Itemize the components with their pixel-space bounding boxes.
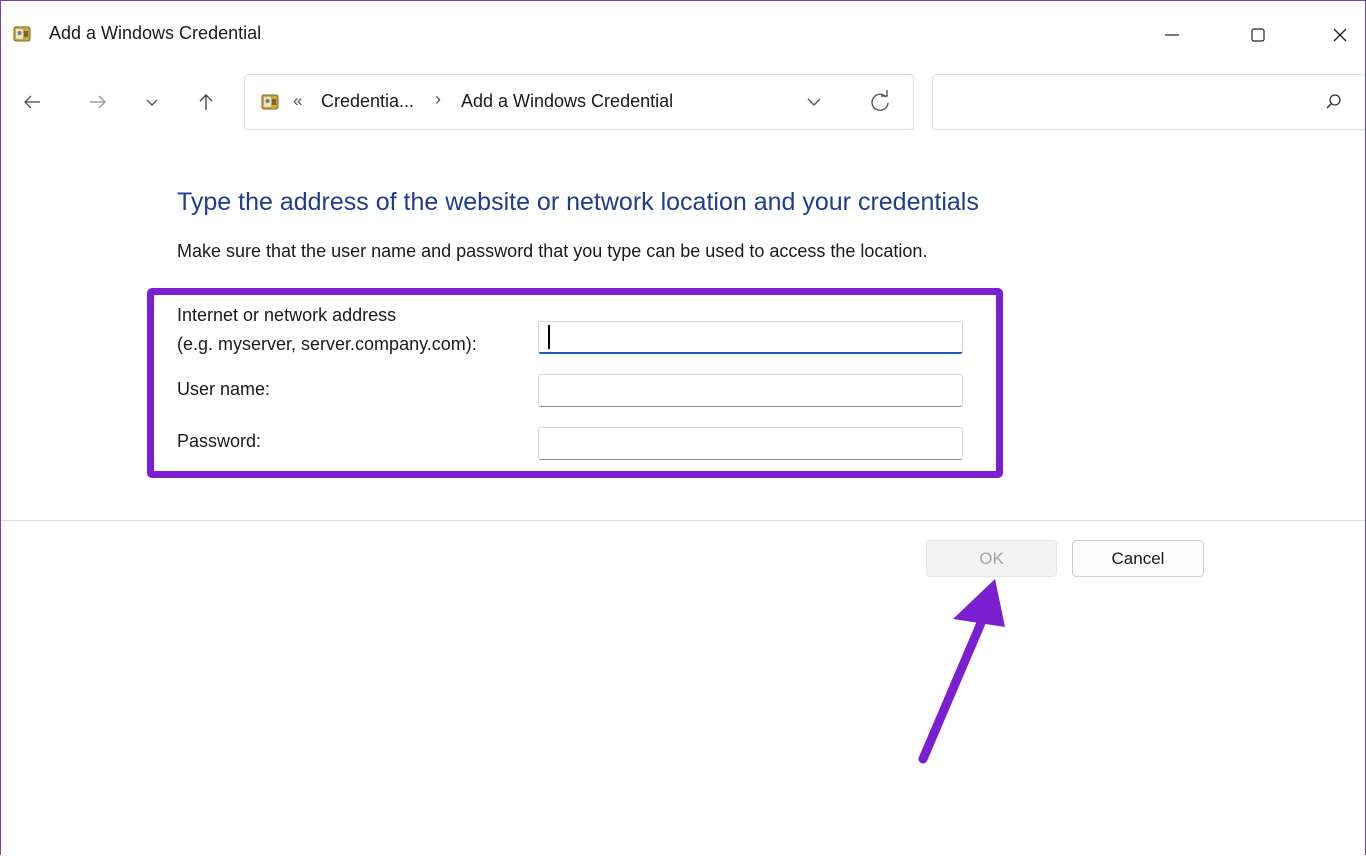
title-bar: Add a Windows Credential [1,1,1365,67]
credential-manager-icon [261,94,279,110]
forward-arrow-icon [90,95,106,109]
close-icon [1333,28,1347,42]
chevron-down-icon [146,99,158,106]
back-arrow-icon [24,95,40,109]
back-button[interactable] [19,89,45,115]
forward-button[interactable] [85,89,111,115]
search-input[interactable] [943,85,1307,121]
maximize-button[interactable] [1235,15,1281,55]
chevron-down-icon[interactable] [803,91,825,113]
up-arrow-icon [199,94,213,110]
maximize-icon [1251,28,1265,42]
annotation-arrow-icon [918,579,1005,764]
breadcrumb-separator[interactable]: › [435,89,441,110]
up-button[interactable] [193,89,219,115]
minimize-icon [1165,34,1179,36]
recent-locations-button[interactable] [139,89,165,115]
page-heading: Type the address of the website or netwo… [177,188,979,216]
search-box[interactable] [932,74,1365,130]
footer-divider [1,520,1365,521]
credential-manager-icon [13,26,31,42]
cancel-button[interactable]: Cancel [1072,540,1204,577]
credential-window: Add a Windows Credential « Credentia... … [0,0,1366,855]
search-icon [1326,94,1341,109]
page-instructions: Make sure that the user name and passwor… [177,241,928,261]
breadcrumb-add-credential[interactable]: Add a Windows Credential [461,91,673,112]
breadcrumb-credential-manager[interactable]: Credentia... [321,91,414,112]
minimize-button[interactable] [1149,15,1195,55]
window-title: Add a Windows Credential [49,23,262,43]
breadcrumb-overflow[interactable]: « [293,91,302,111]
refresh-icon[interactable] [867,89,893,115]
close-button[interactable] [1317,15,1363,55]
address-bar[interactable]: « Credentia... › Add a Windows Credentia… [244,74,914,130]
highlight-box [147,288,1003,478]
